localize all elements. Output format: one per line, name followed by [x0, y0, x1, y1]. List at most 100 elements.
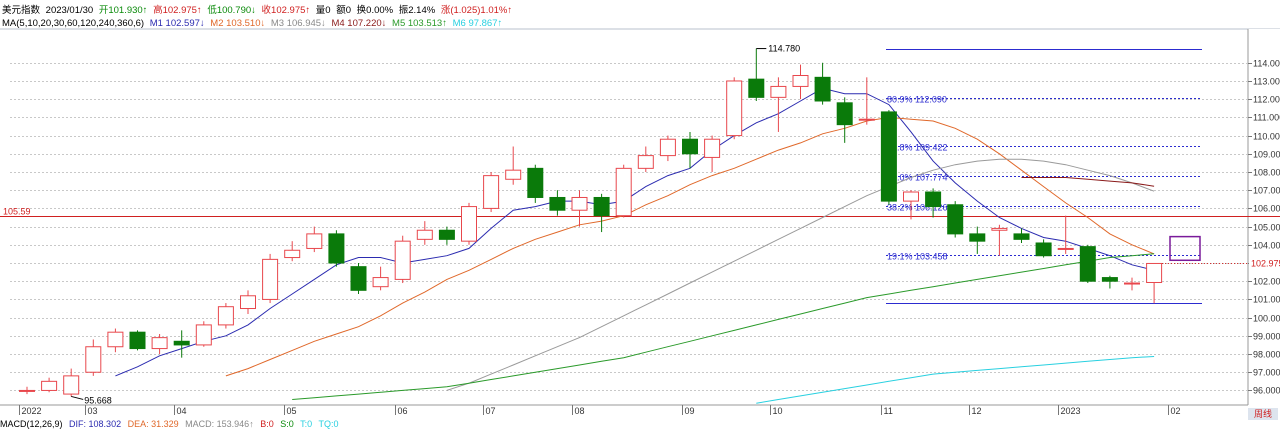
candle: [240, 290, 256, 314]
candle-body-down: [880, 111, 897, 202]
candle-body-up: [792, 75, 809, 87]
y-tick-label: 108.000: [1253, 168, 1280, 178]
x-tick-label: 09: [685, 406, 695, 416]
date-label: 2023/01/30: [45, 5, 94, 16]
candle-body-up: [240, 295, 256, 310]
candle-body-up: [770, 85, 787, 98]
ma-line-m1: [115, 87, 1155, 377]
candle: [151, 334, 168, 355]
macd-title: MACD(12,26,9): [0, 419, 63, 429]
candle: [925, 188, 942, 218]
x-tick-label: 04: [177, 406, 187, 416]
ma-title: MA(5,10,20,30,60,120,240,360,6): [2, 18, 145, 29]
x-tick-label: 02: [1171, 406, 1181, 416]
chart-window: 96.000 97.000 98.000 99.000 100.000 101.000 10…: [0, 0, 1280, 429]
turnover-value: 换0.00%: [356, 5, 394, 16]
candle: [438, 226, 455, 245]
low-value: 低100.790↓: [207, 5, 256, 16]
candlestick-chart[interactable]: 96.000 97.000 98.000 99.000 100.000 101.000 10…: [0, 0, 1280, 427]
candle-body-up: [85, 346, 102, 373]
candle-body-up: [217, 306, 234, 326]
period-weekly-button[interactable]: 周线: [1248, 408, 1278, 420]
candle-body-up: [637, 155, 654, 169]
candle: [63, 368, 80, 397]
open-value: 开101.930↑: [98, 5, 148, 16]
y-tick-label: 111.000: [1253, 113, 1280, 123]
candle-body-up: [107, 331, 124, 348]
x-tick-label: 07: [486, 406, 496, 416]
macd-value: MACD: 153.946↑: [185, 419, 254, 429]
candle-body-down: [925, 191, 942, 208]
candle: [1079, 244, 1096, 284]
candle: [85, 339, 102, 376]
x-tick-label: 10: [773, 406, 783, 416]
x-tick-label: 06: [398, 406, 408, 416]
macd-dea: DEA: 31.329: [127, 419, 179, 429]
candle-body-up: [63, 375, 80, 395]
y-tick-label: 104.000: [1253, 241, 1280, 251]
x-tick-label: 08: [575, 406, 585, 416]
fibonacci-level-label: 80.9% 112.090: [887, 95, 947, 105]
candle-body-up: [858, 118, 875, 121]
candle-body-up: [505, 169, 522, 180]
candle-body-up: [726, 80, 743, 137]
close-value: 收102.975↑: [261, 5, 311, 16]
candle-body-up: [1124, 282, 1140, 285]
candle: [549, 190, 566, 216]
candle-body-up: [1146, 262, 1163, 283]
candle-body-down: [1013, 233, 1030, 240]
change-value: 涨(1.025)1.01%↑: [440, 5, 513, 16]
candle-body-up: [262, 258, 279, 300]
candle-body-down: [350, 266, 367, 291]
candle: [284, 241, 301, 262]
candle: [173, 330, 190, 358]
ma-line-m3: [446, 158, 1155, 391]
candle: [1124, 277, 1140, 291]
macd-tq: TQ:0: [318, 419, 339, 429]
candle-body-down: [328, 233, 345, 264]
candle: [416, 221, 433, 245]
y-tick-label: 99.000: [1253, 332, 1280, 342]
candle: [195, 321, 212, 347]
x-tick-label: 2023: [1061, 406, 1081, 416]
candle-body-up: [903, 191, 919, 202]
candle: [615, 164, 632, 218]
y-tick-label: 98.000: [1253, 350, 1280, 360]
candle-body-down: [1035, 242, 1052, 257]
candle-body-down: [1079, 246, 1096, 282]
candle-body-up: [306, 233, 323, 249]
ma-m3-value: M3 106.945↓: [270, 18, 326, 29]
y-tick-label: 96.000: [1253, 386, 1280, 396]
last-price-label: 102.975: [1251, 259, 1280, 269]
y-tick-label: 114.000: [1253, 59, 1280, 69]
amount-value: 额0: [336, 5, 352, 16]
candle: [461, 202, 477, 245]
candle-body-down: [1101, 277, 1118, 282]
y-tick-label: 107.000: [1253, 186, 1280, 196]
candle: [991, 224, 1008, 256]
candle-body-up: [615, 167, 632, 217]
candle-body-down: [438, 229, 455, 240]
macd-t: T:0: [300, 419, 313, 429]
candle-body-down: [969, 233, 986, 242]
y-tick-label: 102.000: [1253, 277, 1280, 287]
candle-body-up: [991, 227, 1008, 231]
candle: [1035, 239, 1052, 258]
candle: [217, 303, 234, 329]
candle-body-down: [682, 138, 698, 155]
candle: [726, 77, 743, 140]
candle: [107, 328, 124, 353]
candle: [306, 226, 323, 253]
ma-line-m5: [292, 253, 1155, 400]
candle-body-down: [173, 340, 190, 346]
low-value-label: 95.668: [84, 395, 112, 405]
fibonacci-level-label: 19.1% 103.458: [887, 252, 948, 262]
candle-body-up: [416, 229, 433, 240]
candle-body-up: [704, 138, 721, 158]
candle: [682, 131, 698, 169]
high-value: 高102.975↑: [153, 5, 202, 16]
candle-body-up: [659, 138, 676, 157]
candle: [328, 230, 345, 267]
candle: [483, 171, 500, 213]
candle: [659, 135, 676, 162]
